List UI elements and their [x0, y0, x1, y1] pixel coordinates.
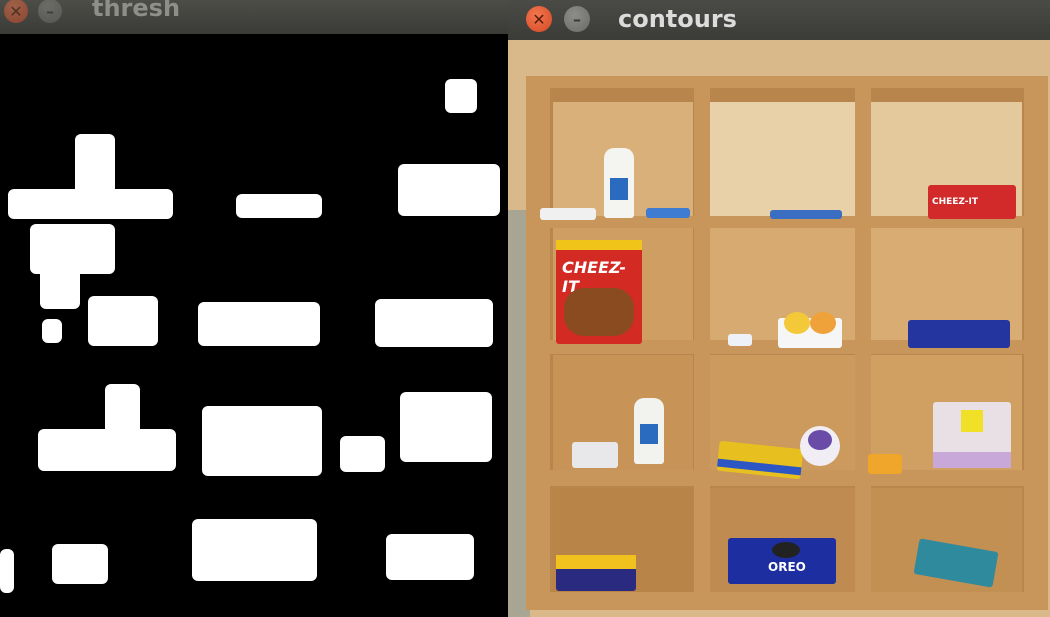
mask-blob — [236, 194, 322, 218]
box-item — [572, 442, 618, 468]
mask-blob — [202, 406, 322, 476]
price-sticker — [961, 410, 983, 432]
close-icon[interactable]: ✕ — [4, 0, 28, 23]
cookie-bag — [908, 320, 1010, 348]
mask-blob — [445, 79, 477, 113]
mask-blob — [88, 296, 158, 346]
mask-blob — [375, 299, 493, 347]
box-item — [770, 210, 842, 219]
glue-bottle — [634, 398, 664, 464]
thresh-window[interactable]: ✕ – thresh — [0, 0, 508, 617]
oreo-pack: OREO — [728, 538, 836, 584]
mask-blob — [38, 429, 176, 471]
mask-blob — [30, 224, 115, 274]
glue-bottle — [604, 148, 634, 218]
product-label: OREO — [768, 560, 806, 574]
mask-blob — [192, 519, 317, 581]
fruit — [784, 312, 810, 334]
contours-titlebar[interactable]: ✕ – contours — [508, 0, 1050, 40]
box-item — [728, 334, 752, 346]
pack-band — [933, 452, 1011, 468]
mask-blob — [198, 302, 320, 346]
box-item — [556, 555, 636, 591]
box-item — [868, 454, 902, 474]
mask-blob — [400, 392, 492, 462]
threshold-image — [0, 34, 508, 617]
minimize-icon[interactable]: – — [564, 6, 590, 32]
close-icon[interactable]: ✕ — [526, 6, 552, 32]
mask-blob — [8, 189, 173, 219]
shelf-bottom — [530, 592, 1042, 610]
baby-bottles-pack — [933, 402, 1011, 468]
box-item — [646, 208, 690, 218]
shelf-image: CHEEZ-IT CHEEZ-IT OREO — [508, 40, 1050, 617]
mask-blob — [42, 319, 62, 343]
product-label: CHEEZ-IT — [932, 197, 979, 207]
tape-roll — [800, 426, 840, 466]
mask-blob — [340, 436, 385, 472]
thresh-titlebar[interactable]: ✕ – thresh — [0, 0, 508, 34]
mask-blob — [52, 544, 108, 584]
glue-label — [610, 178, 628, 200]
mask-blob — [40, 269, 80, 309]
mask-blob — [398, 164, 500, 216]
fruit — [810, 312, 836, 334]
shelf-top — [526, 76, 1048, 88]
minimize-icon[interactable]: – — [38, 0, 62, 23]
tape-center — [808, 430, 832, 450]
window-title: thresh — [92, 0, 181, 22]
box-top — [556, 240, 642, 250]
crackers-graphic — [564, 288, 634, 336]
glue-label — [640, 424, 658, 444]
mask-blob — [386, 534, 474, 580]
box-item — [540, 208, 596, 220]
fruit-tray — [778, 312, 842, 348]
cookie-graphic — [772, 542, 800, 558]
mask-blob — [0, 549, 14, 593]
contours-window[interactable]: ✕ – contours CHEEZ-IT CHEEZ-IT OREO — [508, 0, 1050, 617]
cubby — [710, 102, 855, 220]
cheezit-small-box: CHEEZ-IT — [928, 185, 1016, 219]
box-stripe — [556, 555, 636, 569]
cheezit-box: CHEEZ-IT — [556, 240, 642, 344]
window-title: contours — [618, 5, 737, 33]
